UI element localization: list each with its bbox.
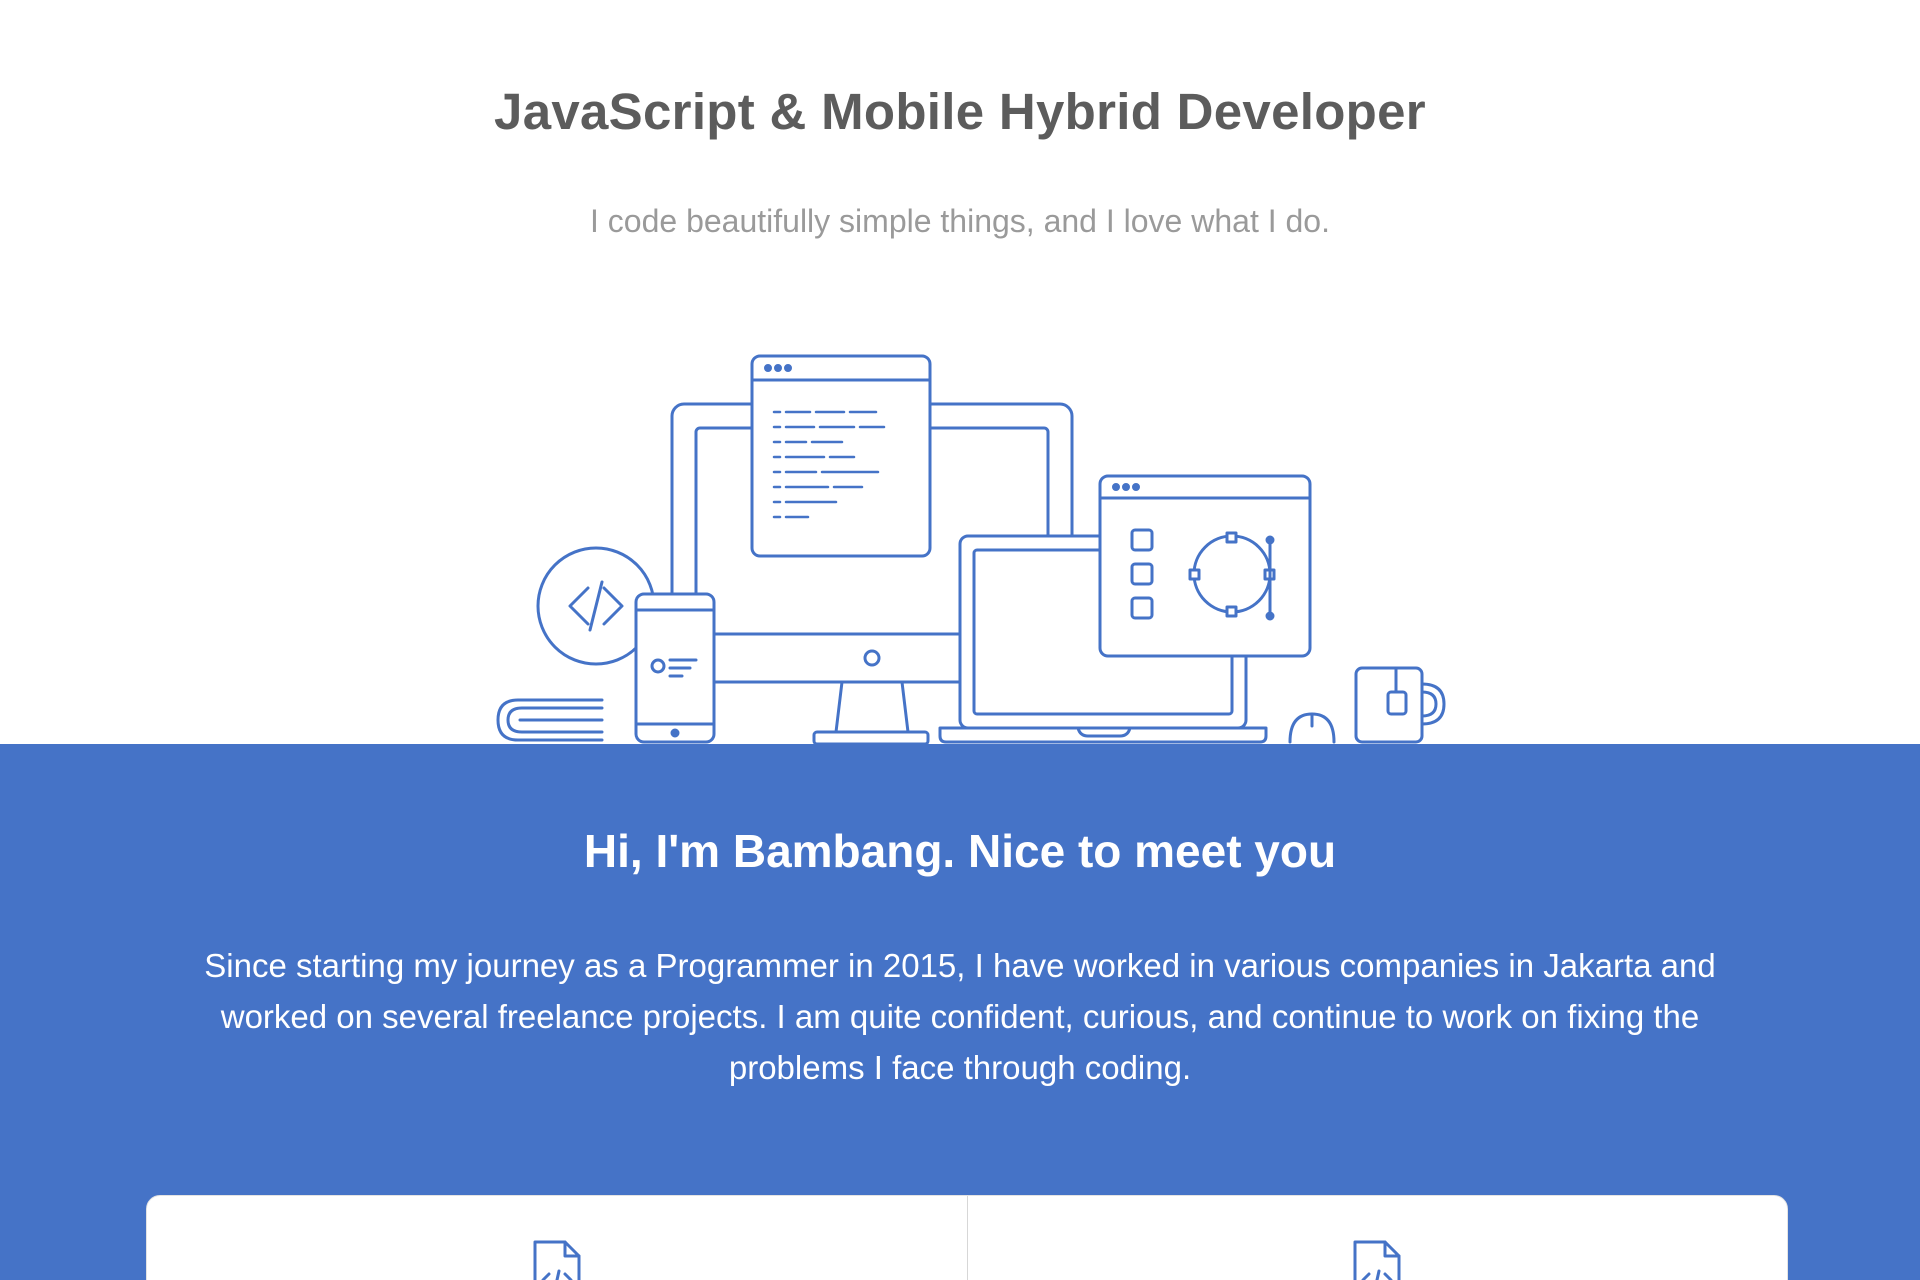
about-text: Since starting my journey as a Programme… [204,947,1716,1086]
hero-subtitle: I code beautifully simple things, and I … [590,203,1330,239]
workspace-illustration [484,352,1454,744]
mug-icon [1354,666,1446,744]
code-window-icon [750,354,932,558]
code-file-icon [533,1240,581,1280]
hero-title: JavaScript & Mobile Hybrid Developer [494,83,1426,140]
smartphone-icon [634,592,716,744]
skills-card [966,1196,1788,1280]
hero-section: JavaScript & Mobile Hybrid Developer I c… [0,0,1920,744]
skills-card [147,1196,967,1280]
skills-cards [146,1195,1788,1280]
about-title: Hi, I'm Bambang. Nice to meet you [583,825,1337,877]
books-icon [496,698,604,742]
code-file-icon [1353,1240,1401,1280]
design-window-icon [1098,474,1312,658]
mouse-icon [1288,712,1336,744]
